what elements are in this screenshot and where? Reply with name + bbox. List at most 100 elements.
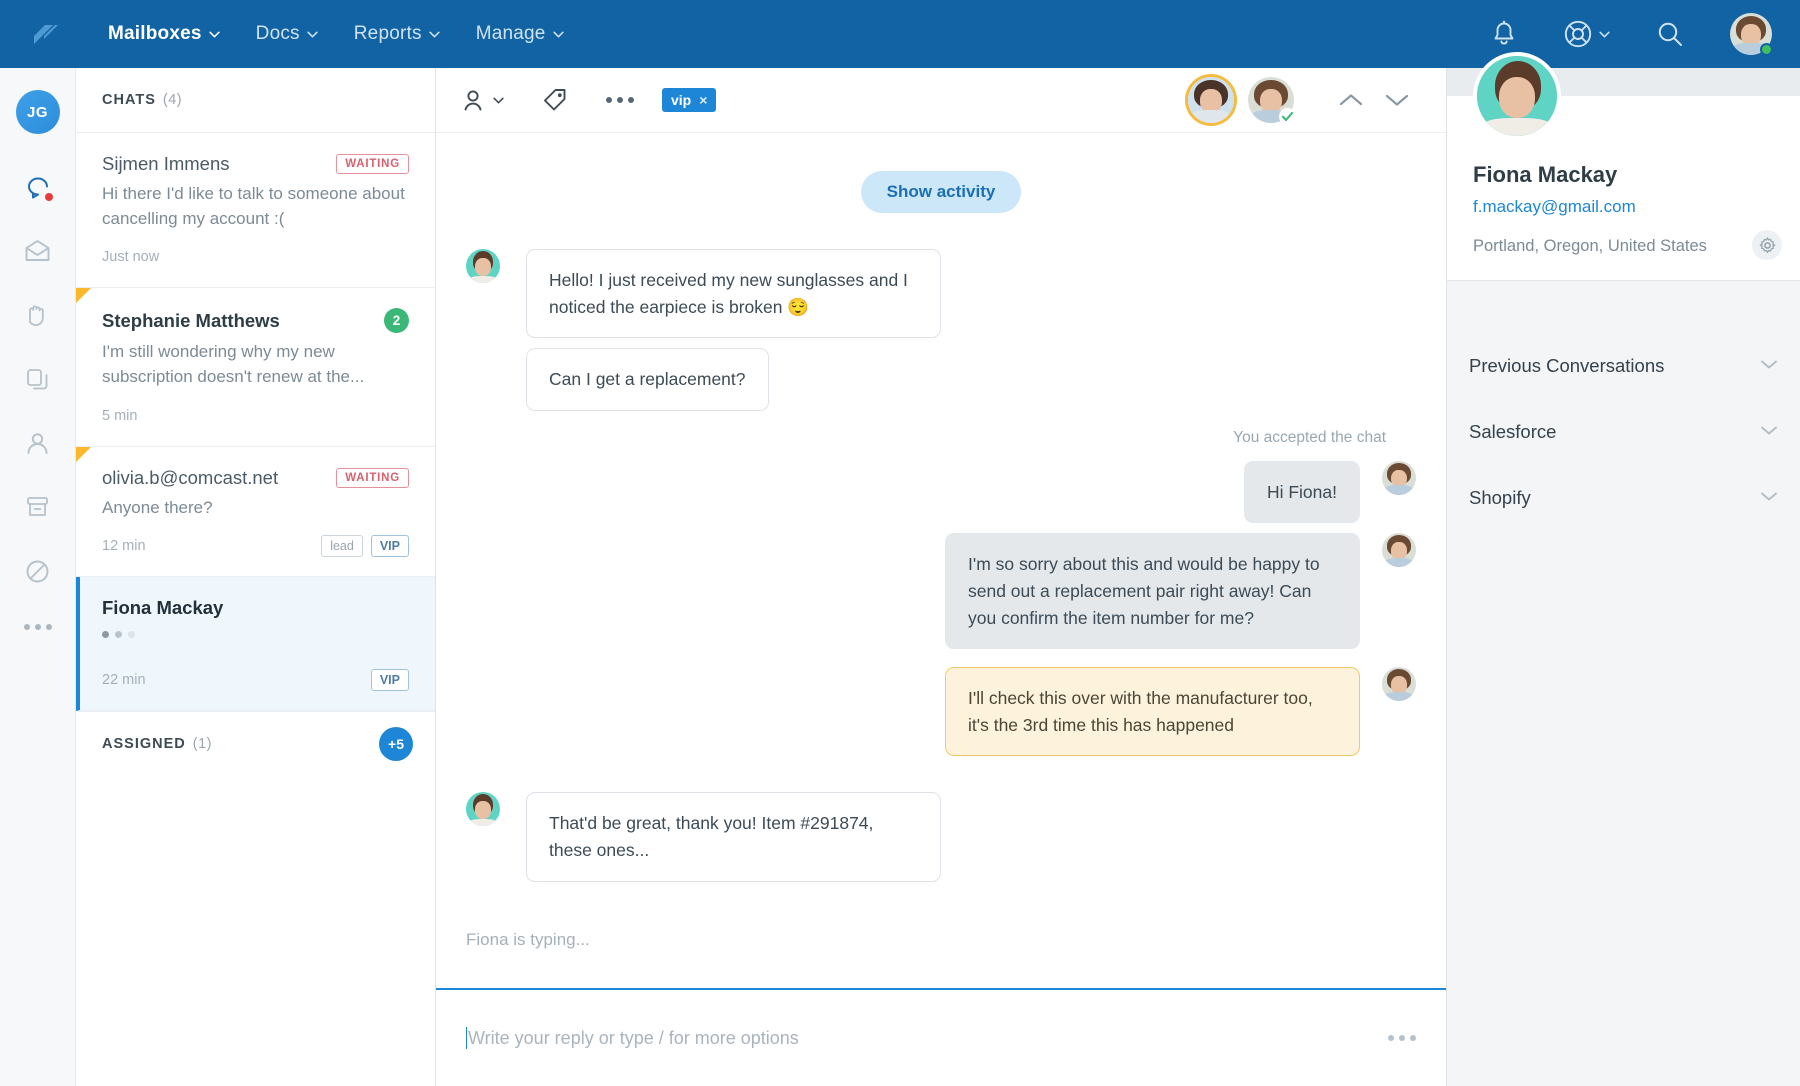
rail-item-chats[interactable] [16, 170, 60, 204]
chevron-down-icon [307, 31, 318, 38]
list-item-name: Sijmen Immens [102, 153, 230, 174]
online-status-dot [1760, 43, 1773, 56]
chevron-down-icon [1760, 423, 1778, 441]
conversation-panel: vip × Show activity Hello! I just receiv… [436, 68, 1447, 1086]
avatar [1382, 667, 1416, 702]
check-icon [1279, 108, 1296, 125]
customer-email[interactable]: f.mackay@gmail.com [1473, 197, 1774, 217]
helpscout-logo-icon[interactable] [26, 14, 66, 54]
flag-corner-marker [76, 446, 91, 462]
message-bubble: I'm so sorry about this and would be hap… [945, 533, 1360, 650]
customer-profile-card: Fiona Mackay f.mackay@gmail.com Portland… [1447, 52, 1800, 281]
text-caret [466, 1027, 467, 1049]
unread-indicator-dot [43, 192, 54, 202]
nav-label-reports: Reports [353, 23, 422, 44]
message-row-incoming: That'd be great, thank you! Item #291874… [436, 792, 1446, 882]
list-item[interactable]: Sijmen Immens WAITING Hi there I'd like … [76, 133, 435, 289]
rail-item-closed[interactable] [16, 490, 60, 524]
customer-location: Portland, Oregon, United States [1473, 237, 1707, 255]
avatar [466, 792, 500, 827]
current-user-avatar[interactable] [1730, 13, 1773, 56]
rail-item-assigned[interactable] [16, 426, 60, 460]
list-item-selected[interactable]: Fiona Mackay 22 min VIP [76, 577, 435, 712]
message-row-note: I'll check this over with the manufactur… [436, 667, 1446, 757]
close-icon[interactable]: × [699, 92, 707, 108]
conversation-list-panel: CHATS (4) Sijmen Immens WAITING Hi there… [76, 68, 436, 1086]
conversation-more-dots-icon[interactable] [606, 97, 634, 103]
chats-count: (4) [162, 92, 183, 108]
assigned-section-header[interactable]: ASSIGNED (1) +5 [76, 711, 435, 776]
note-bubble: I'll check this over with the manufactur… [945, 667, 1360, 757]
rail-user-avatar[interactable]: JG [15, 90, 60, 134]
assigned-more-badge[interactable]: +5 [379, 727, 413, 762]
list-item-time: 5 min [102, 407, 138, 424]
reply-composer[interactable]: Write your reply or type / for more opti… [436, 988, 1446, 1086]
section-label: Previous Conversations [1469, 355, 1665, 376]
nav-label-docs: Docs [255, 23, 300, 44]
rail-more-dots-icon[interactable] [23, 624, 52, 630]
message-row-incoming: Can I get a replacement? [436, 348, 1446, 411]
panel-sections: Previous Conversations Salesforce Shopif… [1447, 333, 1800, 531]
list-item[interactable]: olivia.b@comcast.net WAITING Anyone ther… [76, 446, 435, 578]
tag-lead[interactable]: lead [321, 535, 363, 558]
list-item-time: 12 min [102, 538, 146, 555]
rail-item-mine[interactable] [16, 298, 60, 332]
message-row-incoming: Hello! I just received my new sunglasses… [436, 249, 1446, 339]
list-item-tags: lead VIP [321, 535, 409, 558]
active-agent-avatar[interactable] [1188, 77, 1234, 123]
conversation-toolbar: vip × [436, 68, 1446, 133]
list-item-time: 22 min [102, 672, 146, 689]
nav-item-manage[interactable]: Manage [476, 23, 564, 45]
gear-icon[interactable] [1752, 230, 1782, 260]
fiona-mackay-avatar[interactable] [1473, 52, 1561, 140]
message-bubble: Hello! I just received my new sunglasses… [526, 249, 941, 339]
customer-detail-panel: Fiona Mackay f.mackay@gmail.com Portland… [1447, 52, 1800, 1086]
chevron-up-icon [1339, 94, 1363, 106]
reply-input-placeholder[interactable]: Write your reply or type / for more opti… [468, 1028, 799, 1049]
composer-more-dots-icon[interactable] [1388, 1035, 1416, 1041]
message-bubble: Can I get a replacement? [526, 348, 769, 411]
list-item-preview: Anyone there? [102, 497, 213, 517]
search-icon[interactable] [1656, 20, 1684, 48]
panel-section-salesforce[interactable]: Salesforce [1447, 399, 1800, 465]
nav-item-docs[interactable]: Docs [256, 23, 318, 45]
list-item-name: olivia.b@comcast.net [102, 466, 279, 488]
unread-count-badge: 2 [384, 308, 409, 334]
section-label: Salesforce [1469, 421, 1557, 442]
lifebuoy-help-icon[interactable] [1563, 19, 1610, 49]
rail-item-drafts[interactable] [16, 362, 60, 396]
panel-section-shopify[interactable]: Shopify [1447, 465, 1800, 531]
rail-item-unassigned[interactable] [16, 234, 60, 268]
list-item-name: Fiona Mackay [102, 597, 224, 619]
chevron-down-icon [1599, 31, 1610, 38]
tag-chip-label: vip [671, 92, 692, 108]
agent-avatar-accepted[interactable] [1248, 77, 1296, 125]
list-item[interactable]: Stephanie Matthews 2 I'm still wondering… [76, 288, 435, 447]
assign-person-icon[interactable] [462, 88, 504, 113]
typing-indicator-dots [102, 631, 409, 639]
tag-icon[interactable] [542, 87, 568, 113]
section-label: Shopify [1469, 487, 1531, 508]
typing-status: Fiona is typing... [436, 930, 1446, 972]
show-activity-button[interactable]: Show activity [860, 171, 1022, 213]
nav-item-mailboxes[interactable]: Mailboxes [108, 23, 220, 45]
assigned-title: ASSIGNED [102, 736, 186, 753]
chevron-down-icon [1385, 94, 1409, 106]
message-thread: Show activity Hello! I just received my … [436, 133, 1446, 988]
system-message: You accepted the chat [1233, 428, 1386, 446]
list-item-preview: I'm still wondering why my new subscript… [102, 342, 365, 386]
conversation-tag-chip-vip[interactable]: vip × [662, 88, 717, 112]
bell-icon[interactable] [1491, 20, 1517, 48]
message-row-outgoing: Hi Fiona! [436, 460, 1446, 524]
next-conversation-button[interactable] [1374, 77, 1420, 123]
rail-item-spam[interactable] [16, 554, 60, 588]
panel-section-previous-conversations[interactable]: Previous Conversations [1447, 333, 1800, 399]
nav-item-reports[interactable]: Reports [354, 23, 440, 45]
customer-name: Fiona Mackay [1473, 162, 1618, 187]
previous-conversation-button[interactable] [1328, 77, 1374, 123]
tag-vip[interactable]: VIP [370, 535, 409, 558]
tag-vip[interactable]: VIP [370, 669, 409, 692]
main-menu: Mailboxes Docs Reports Manage [108, 23, 564, 45]
top-nav-actions [1491, 13, 1773, 56]
avatar [1382, 460, 1416, 495]
